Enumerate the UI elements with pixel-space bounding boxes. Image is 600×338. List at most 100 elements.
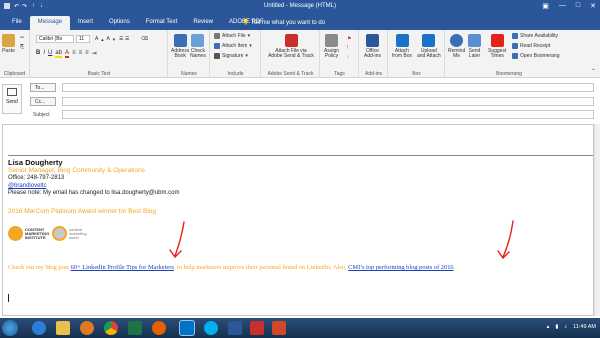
to-button[interactable]: To... <box>30 83 56 92</box>
tab-review[interactable]: Review <box>185 16 221 30</box>
check-names-button[interactable]: Check Names <box>190 34 206 59</box>
paperclip-icon <box>214 33 220 39</box>
ribbon-options-icon[interactable]: ▣ <box>542 2 549 10</box>
align-left-icon[interactable]: ≡ <box>72 50 76 58</box>
remind-me-button[interactable]: Remind Me <box>448 34 465 59</box>
assign-policy-label: Assign Policy <box>324 48 340 59</box>
attach-from-box-label: Attach from Box <box>392 48 413 59</box>
boomerang-label: Boomerang <box>496 71 522 77</box>
include-label: Include <box>227 71 244 77</box>
tray-arrow-icon[interactable]: ▴ <box>547 324 550 330</box>
bullets-icon[interactable]: ☰ ☰ <box>119 36 129 42</box>
upload-attach-button[interactable]: Upload and Attach <box>417 34 441 59</box>
attach-item-label: Attach Item <box>222 43 248 49</box>
promo-paragraph: Check out my blog post 60+ LinkedIn Prof… <box>8 264 455 271</box>
clipboard-label: Clipboard <box>3 71 26 77</box>
addins-label: Add-ins <box>365 71 382 77</box>
alarm-clock-icon <box>450 34 464 47</box>
tab-options[interactable]: Options <box>101 16 138 30</box>
underline-button[interactable]: U <box>48 50 52 58</box>
subject-field[interactable] <box>62 110 594 119</box>
office-addins-label: Office Add-ins <box>364 48 381 59</box>
powerpoint-icon[interactable] <box>272 321 286 335</box>
check-names-label: Check Names <box>190 48 206 59</box>
cmi-top-posts-link[interactable]: CMI’s top performing blog posts of 2016 <box>348 264 453 271</box>
system-tray: ▴ ▮ ♪ 11:49 AM <box>547 324 596 330</box>
ie-icon[interactable] <box>32 321 46 335</box>
explorer-icon[interactable] <box>56 321 70 335</box>
start-button[interactable] <box>2 320 18 336</box>
cmi-logo-text: CONTENT MARKETING INSTITUTE <box>25 226 50 240</box>
open-boomerang-button[interactable]: Open Boomerang <box>512 53 559 59</box>
flag-icon[interactable]: ⚑ <box>347 36 351 42</box>
importance-low-icon[interactable]: ↓ <box>347 54 350 60</box>
align-right-icon[interactable]: ≡ <box>85 50 89 58</box>
skype-icon[interactable] <box>204 321 218 335</box>
signature-button[interactable]: Signature ▾ <box>214 53 248 59</box>
attach-item-button[interactable]: Attach Item ▾ <box>214 43 252 49</box>
attach-file-label: Attach File <box>222 33 246 39</box>
font-color-icon[interactable]: A <box>65 50 70 58</box>
tab-message[interactable]: Message <box>29 16 71 30</box>
acrobat-icon[interactable] <box>250 321 264 335</box>
cc-field[interactable] <box>62 97 594 106</box>
send-later-button[interactable]: Send Later <box>468 34 481 59</box>
maximize-button[interactable]: □ <box>576 2 580 10</box>
office-addins-icon <box>365 34 379 47</box>
collapse-ribbon-icon[interactable]: ⌃ <box>591 68 596 75</box>
office-addins-button[interactable]: Office Add-ins <box>364 34 381 59</box>
send-button[interactable]: Send <box>2 84 22 114</box>
to-field[interactable] <box>62 83 594 92</box>
adobe-attach-button[interactable]: Attach File via Adobe Send & Track <box>266 34 316 59</box>
outlook-icon[interactable] <box>179 320 195 336</box>
attach-from-box-button[interactable]: Attach from Box <box>392 34 412 59</box>
word-icon[interactable] <box>228 321 242 335</box>
attach-file-button[interactable]: Attach File ▾ <box>214 33 250 39</box>
importance-high-icon[interactable]: ! <box>347 45 348 51</box>
signature-divider <box>8 155 593 156</box>
cmw-logo[interactable]: content marketing world <box>52 226 87 241</box>
clear-format-icon[interactable]: ⌫ <box>141 36 148 42</box>
network-icon[interactable]: ▮ <box>555 324 558 330</box>
read-receipt-icon <box>512 43 518 49</box>
signature-handle[interactable]: @brandloveltc <box>8 183 46 189</box>
adobe-label: Adobe Send & Track <box>267 71 314 77</box>
clock[interactable]: 11:49 AM <box>573 324 596 330</box>
group-names: Address Book Check Names Names <box>169 30 210 78</box>
tab-format-text[interactable]: Format Text <box>138 16 186 30</box>
ribbon: Paste ✂ ⎘ Clipboard Calibri (Bo 11 A ▲ A ▼… <box>0 30 600 78</box>
message-body[interactable] <box>2 124 594 316</box>
assign-policy-button[interactable]: Assign Policy <box>324 34 339 59</box>
volume-icon[interactable]: ♪ <box>564 324 567 330</box>
adobe-attach-label: Attach File via Adobe Send & Track <box>268 48 314 59</box>
minimize-button[interactable]: — <box>559 2 566 10</box>
paste-button[interactable]: Paste <box>2 34 15 54</box>
close-button[interactable]: ✕ <box>590 2 596 10</box>
share-availability-button[interactable]: Share Availability <box>512 33 558 39</box>
read-receipt-button[interactable]: Read Receipt <box>512 43 550 49</box>
suggest-times-button[interactable]: Suggest Times <box>488 34 506 59</box>
tab-insert[interactable]: Insert <box>70 16 101 30</box>
tab-file[interactable]: File <box>4 16 30 30</box>
excel-icon[interactable] <box>128 321 142 335</box>
indent-icon[interactable]: ⇥ <box>92 50 97 58</box>
address-book-button[interactable]: Address Book <box>171 34 189 59</box>
cc-button[interactable]: Cc... <box>30 97 56 106</box>
bold-button[interactable]: B <box>36 50 40 58</box>
linkedin-tips-link[interactable]: 60+ LinkedIn Profile Tips for Marketers <box>71 264 174 271</box>
copy-icon[interactable]: ⎘ <box>20 44 24 50</box>
highlight-icon[interactable]: ab <box>55 50 63 58</box>
font-name-select[interactable]: Calibri (Bo <box>36 35 74 43</box>
font-size-select[interactable]: 11 <box>76 35 90 43</box>
chrome-icon[interactable] <box>104 321 118 335</box>
vertical-scrollbar[interactable] <box>594 124 600 316</box>
firefox-icon[interactable] <box>152 321 166 335</box>
cmi-logo[interactable]: CONTENT MARKETING INSTITUTE <box>8 226 49 241</box>
media-player-icon[interactable] <box>80 321 94 335</box>
title-bar: ↶ ↷ ↑ ↓ Untitled - Message (HTML) ▣ — □ … <box>0 0 600 30</box>
align-center-icon[interactable]: ≡ <box>79 50 83 58</box>
italic-button[interactable]: I <box>43 50 45 58</box>
grow-font-icon[interactable]: A ▲ A ▼ <box>95 36 116 42</box>
cut-icon[interactable]: ✂ <box>20 35 24 41</box>
tell-me-box[interactable]: 💡 Tell me what you want to do <box>242 19 325 26</box>
